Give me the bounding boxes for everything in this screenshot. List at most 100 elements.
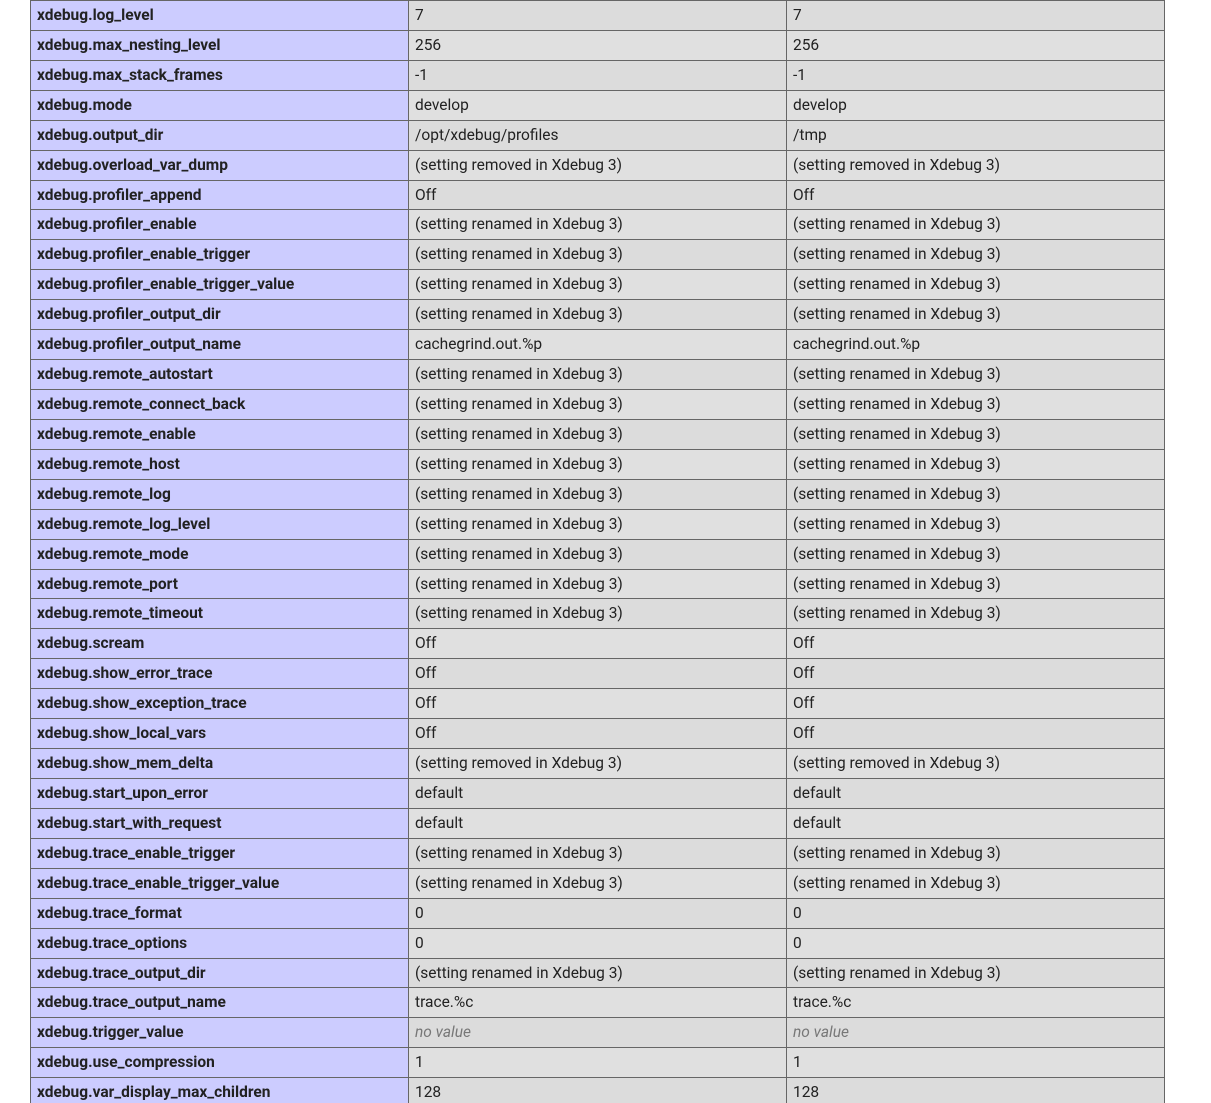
local-value: trace.%c	[409, 988, 787, 1018]
table-row: xdebug.trigger_valueno valueno value	[31, 1018, 1165, 1048]
master-value: 0	[787, 928, 1165, 958]
directive-name: xdebug.profiler_output_name	[31, 330, 409, 360]
table-row: xdebug.trace_format00	[31, 898, 1165, 928]
master-value: Off	[787, 719, 1165, 749]
master-value: 7	[787, 1, 1165, 31]
master-value: trace.%c	[787, 988, 1165, 1018]
table-row: xdebug.max_stack_frames-1-1	[31, 60, 1165, 90]
directive-name: xdebug.var_display_max_children	[31, 1078, 409, 1103]
local-value: (setting renamed in Xdebug 3)	[409, 599, 787, 629]
table-row: xdebug.log_level77	[31, 1, 1165, 31]
table-row: xdebug.trace_enable_trigger(setting rena…	[31, 838, 1165, 868]
master-value: 128	[787, 1078, 1165, 1103]
local-value: 0	[409, 928, 787, 958]
master-value: Off	[787, 629, 1165, 659]
table-row: xdebug.trace_output_nametrace.%ctrace.%c	[31, 988, 1165, 1018]
master-value: 256	[787, 30, 1165, 60]
directive-name: xdebug.overload_var_dump	[31, 150, 409, 180]
table-row: xdebug.overload_var_dump(setting removed…	[31, 150, 1165, 180]
directive-name: xdebug.use_compression	[31, 1048, 409, 1078]
master-value: Off	[787, 180, 1165, 210]
master-value: (setting renamed in Xdebug 3)	[787, 599, 1165, 629]
master-value: (setting renamed in Xdebug 3)	[787, 389, 1165, 419]
master-value: no value	[787, 1018, 1165, 1048]
directive-name: xdebug.max_stack_frames	[31, 60, 409, 90]
table-row: xdebug.profiler_enable_trigger_value(set…	[31, 270, 1165, 300]
table-row: xdebug.screamOffOff	[31, 629, 1165, 659]
directive-name: xdebug.trace_enable_trigger	[31, 838, 409, 868]
local-value: default	[409, 778, 787, 808]
directive-name: xdebug.trace_output_name	[31, 988, 409, 1018]
table-row: xdebug.profiler_output_dir(setting renam…	[31, 300, 1165, 330]
local-value: Off	[409, 719, 787, 749]
local-value: (setting renamed in Xdebug 3)	[409, 539, 787, 569]
directive-name: xdebug.max_nesting_level	[31, 30, 409, 60]
local-value: no value	[409, 1018, 787, 1048]
directive-name: xdebug.trace_options	[31, 928, 409, 958]
local-value: (setting renamed in Xdebug 3)	[409, 270, 787, 300]
local-value: 256	[409, 30, 787, 60]
master-value: (setting renamed in Xdebug 3)	[787, 509, 1165, 539]
master-value: develop	[787, 90, 1165, 120]
directive-name: xdebug.show_error_trace	[31, 659, 409, 689]
xdebug-directives-table: xdebug.log_level77xdebug.max_nesting_lev…	[30, 0, 1165, 1103]
table-row: xdebug.remote_log(setting renamed in Xde…	[31, 479, 1165, 509]
master-value: Off	[787, 689, 1165, 719]
local-value: Off	[409, 180, 787, 210]
local-value: (setting renamed in Xdebug 3)	[409, 868, 787, 898]
local-value: (setting renamed in Xdebug 3)	[409, 360, 787, 390]
local-value: develop	[409, 90, 787, 120]
local-value: 1	[409, 1048, 787, 1078]
master-value: (setting renamed in Xdebug 3)	[787, 868, 1165, 898]
directive-name: xdebug.output_dir	[31, 120, 409, 150]
table-row: xdebug.show_exception_traceOffOff	[31, 689, 1165, 719]
local-value: (setting renamed in Xdebug 3)	[409, 300, 787, 330]
directive-name: xdebug.start_with_request	[31, 808, 409, 838]
master-value: /tmp	[787, 120, 1165, 150]
local-value: (setting renamed in Xdebug 3)	[409, 958, 787, 988]
table-row: xdebug.start_upon_errordefaultdefault	[31, 778, 1165, 808]
directive-name: xdebug.profiler_enable_trigger_value	[31, 270, 409, 300]
local-value: Off	[409, 629, 787, 659]
local-value: (setting renamed in Xdebug 3)	[409, 419, 787, 449]
local-value: -1	[409, 60, 787, 90]
master-value: (setting renamed in Xdebug 3)	[787, 479, 1165, 509]
directive-name: xdebug.remote_autostart	[31, 360, 409, 390]
local-value: (setting renamed in Xdebug 3)	[409, 210, 787, 240]
local-value: 128	[409, 1078, 787, 1103]
table-row: xdebug.remote_mode(setting renamed in Xd…	[31, 539, 1165, 569]
local-value: (setting renamed in Xdebug 3)	[409, 479, 787, 509]
local-value: Off	[409, 689, 787, 719]
directive-name: xdebug.show_local_vars	[31, 719, 409, 749]
local-value: (setting renamed in Xdebug 3)	[409, 449, 787, 479]
master-value: (setting renamed in Xdebug 3)	[787, 210, 1165, 240]
table-row: xdebug.var_display_max_children128128	[31, 1078, 1165, 1103]
directive-name: xdebug.trigger_value	[31, 1018, 409, 1048]
local-value: cachegrind.out.%p	[409, 330, 787, 360]
master-value: (setting renamed in Xdebug 3)	[787, 539, 1165, 569]
directive-name: xdebug.profiler_output_dir	[31, 300, 409, 330]
local-value: (setting removed in Xdebug 3)	[409, 150, 787, 180]
table-row: xdebug.trace_output_dir(setting renamed …	[31, 958, 1165, 988]
local-value: (setting renamed in Xdebug 3)	[409, 838, 787, 868]
directive-name: xdebug.mode	[31, 90, 409, 120]
master-value: 0	[787, 898, 1165, 928]
local-value: (setting renamed in Xdebug 3)	[409, 509, 787, 539]
master-value: default	[787, 808, 1165, 838]
directive-name: xdebug.remote_host	[31, 449, 409, 479]
directive-name: xdebug.profiler_enable_trigger	[31, 240, 409, 270]
master-value: (setting renamed in Xdebug 3)	[787, 569, 1165, 599]
table-row: xdebug.trace_enable_trigger_value(settin…	[31, 868, 1165, 898]
local-value: 7	[409, 1, 787, 31]
directive-name: xdebug.remote_mode	[31, 539, 409, 569]
master-value: (setting removed in Xdebug 3)	[787, 749, 1165, 779]
local-value: 0	[409, 898, 787, 928]
table-row: xdebug.trace_options00	[31, 928, 1165, 958]
master-value: (setting renamed in Xdebug 3)	[787, 958, 1165, 988]
master-value: (setting removed in Xdebug 3)	[787, 150, 1165, 180]
table-row: xdebug.start_with_requestdefaultdefault	[31, 808, 1165, 838]
directive-name: xdebug.scream	[31, 629, 409, 659]
master-value: cachegrind.out.%p	[787, 330, 1165, 360]
directive-name: xdebug.remote_timeout	[31, 599, 409, 629]
table-row: xdebug.remote_autostart(setting renamed …	[31, 360, 1165, 390]
